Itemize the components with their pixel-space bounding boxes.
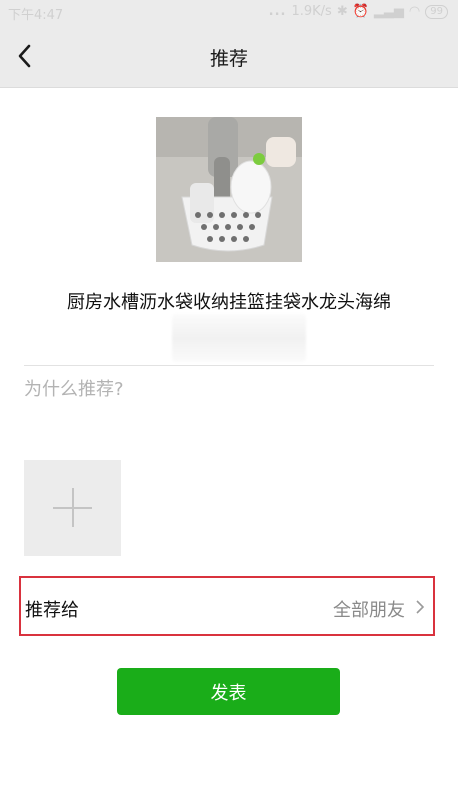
battery-icon: 99 [425, 4, 448, 19]
reason-input[interactable]: 为什么推荐? [24, 375, 434, 411]
status-time: 下午4:47 [8, 8, 64, 23]
recommend-to-value: 全部朋友 [333, 600, 405, 621]
status-indicators: ... 1.9K/s ✱ ⏰ ▂▃▅ ◠ 99 [269, 4, 448, 19]
signal-icon: ▂▃▅ [373, 4, 404, 19]
product-title: 厨房水槽沥水袋收纳挂篮挂袋水龙头海绵 [67, 292, 391, 313]
status-bar: 下午4:47 ... 1.9K/s ✱ ⏰ ▂▃▅ ◠ 99 [0, 0, 458, 24]
chevron-right-icon [416, 600, 425, 614]
add-photo-button[interactable] [24, 460, 121, 556]
bluetooth-icon: ✱ [336, 4, 348, 19]
blurred-price [172, 314, 306, 362]
alarm-icon: ⏰ [352, 4, 369, 19]
network-speed: 1.9K/s [291, 4, 332, 19]
page-title: 推荐 [209, 48, 248, 70]
recommend-to-label: 推荐给 [25, 600, 79, 621]
publish-button[interactable]: 发表 [117, 668, 340, 715]
wifi-icon: ◠ [408, 4, 421, 19]
recommend-to-row[interactable]: 推荐给 全部朋友 [19, 576, 435, 636]
product-image [156, 117, 302, 262]
status-dots: ... [268, 4, 287, 19]
nav-bar: 推荐 [0, 24, 458, 88]
divider [24, 365, 434, 366]
